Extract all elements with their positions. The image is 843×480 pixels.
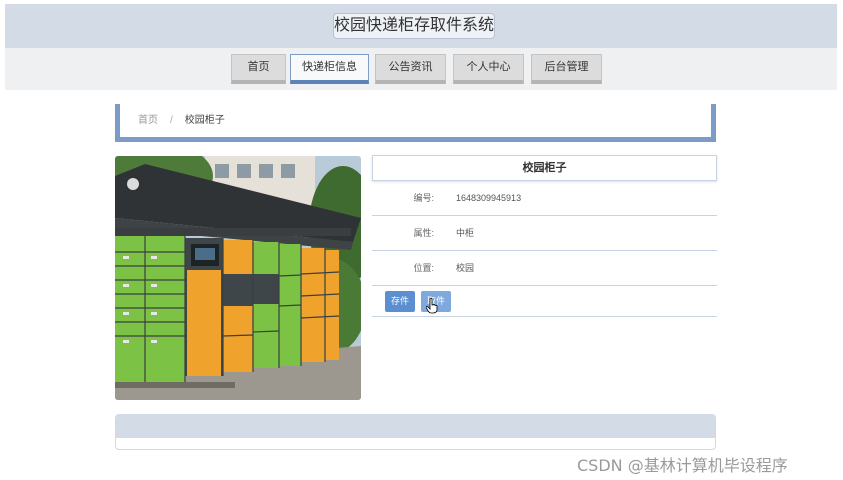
field-label-location: 位置: bbox=[413, 263, 434, 273]
hand-cursor-icon bbox=[426, 298, 438, 314]
field-row-number: 编号: 1648309945913 bbox=[372, 181, 717, 216]
breadcrumb: 首页 / 校园柜子 bbox=[115, 104, 716, 142]
locker-photo bbox=[115, 156, 361, 400]
bottom-panel bbox=[115, 414, 716, 450]
site-title: 校园快递柜存取件系统 bbox=[333, 13, 495, 39]
locker-name: 校园柜子 bbox=[372, 155, 717, 181]
field-value-number: 1648309945913 bbox=[456, 193, 522, 203]
nav-locker-info[interactable]: 快递柜信息 bbox=[290, 54, 369, 84]
action-bar: 存件 取件 bbox=[372, 286, 717, 317]
nav-announcements[interactable]: 公告资讯 bbox=[375, 54, 446, 84]
nav-home[interactable]: 首页 bbox=[231, 54, 286, 84]
breadcrumb-separator: / bbox=[170, 115, 173, 126]
field-label-type: 属性: bbox=[413, 228, 434, 238]
field-value-type: 中柜 bbox=[456, 228, 475, 238]
breadcrumb-home-link[interactable]: 首页 bbox=[138, 115, 158, 126]
store-parcel-button[interactable]: 存件 bbox=[385, 291, 416, 312]
main-nav: 首页 快递柜信息 公告资讯 个人中心 后台管理 bbox=[5, 48, 837, 90]
bottom-panel-header bbox=[116, 415, 715, 438]
breadcrumb-current: 校园柜子 bbox=[184, 115, 225, 126]
field-value-location: 校园 bbox=[456, 263, 475, 273]
field-row-type: 属性: 中柜 bbox=[372, 216, 717, 251]
nav-personal-center[interactable]: 个人中心 bbox=[453, 54, 524, 84]
field-label-number: 编号: bbox=[413, 193, 434, 203]
site-header: 校园快递柜存取件系统 bbox=[5, 4, 837, 48]
watermark: CSDN @基林计算机毕设程序 bbox=[577, 456, 788, 475]
field-row-location: 位置: 校园 bbox=[372, 251, 717, 286]
nav-admin[interactable]: 后台管理 bbox=[531, 54, 602, 84]
